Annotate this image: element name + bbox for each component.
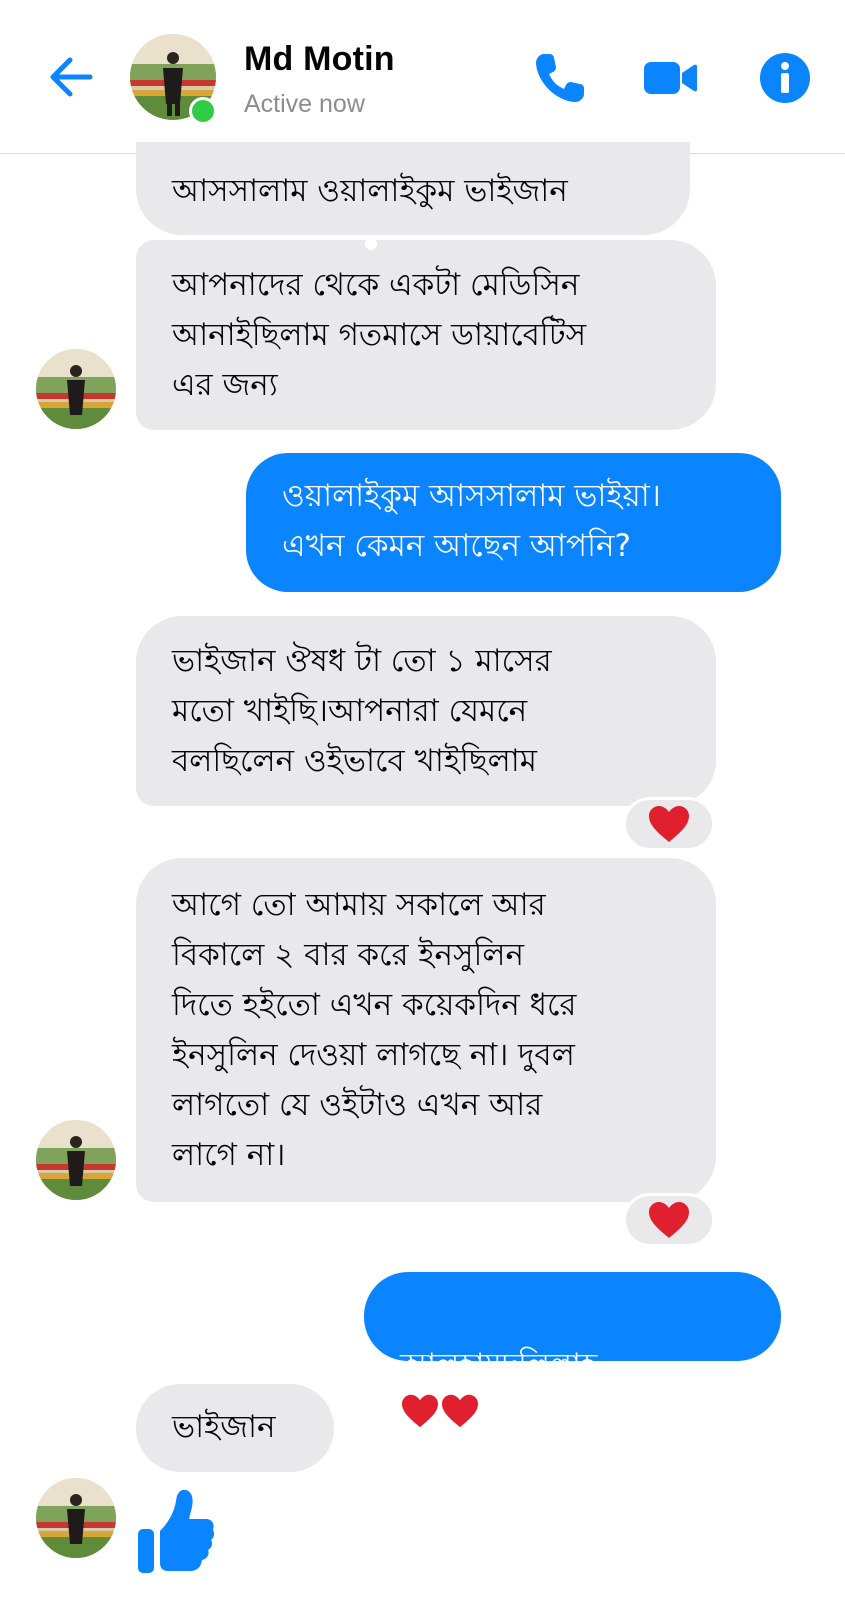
message-text: আলহামদুলিল্লাহ (400, 1347, 598, 1383)
heart-reaction[interactable] (623, 1193, 715, 1247)
phone-icon[interactable] (530, 48, 590, 108)
incoming-message[interactable]: ভাইজান ঔষধ টা তো ১ মাসের মতো খাইছি।আপনার… (136, 616, 716, 806)
heart-icon (649, 806, 689, 842)
contact-avatar[interactable] (36, 1120, 116, 1200)
contact-avatar[interactable] (36, 1478, 116, 1558)
incoming-message[interactable]: আগে তো আমায় সকালে আর বিকালে ২ বার করে ই… (136, 858, 716, 1202)
info-icon[interactable] (755, 48, 815, 108)
heart-emoji-icon (402, 1394, 438, 1428)
incoming-message[interactable]: ভাইজান (136, 1384, 334, 1472)
heart-emoji-icon (442, 1394, 478, 1428)
incoming-message[interactable]: আসসালাম ওয়ালাইকুম ভাইজান (136, 142, 690, 235)
back-arrow-icon[interactable] (44, 50, 98, 104)
heart-reaction[interactable] (623, 797, 715, 851)
incoming-message[interactable]: আপনাদের থেকে একটা মেডিসিন আনাইছিলাম গতমা… (136, 240, 716, 430)
chat-header: Md Motin Active now (0, 0, 845, 154)
contact-avatar[interactable] (36, 349, 116, 429)
video-call-icon[interactable] (640, 48, 700, 108)
seen-marker (365, 238, 377, 250)
outgoing-message[interactable]: আলহামদুলিল্লাহ (364, 1272, 781, 1428)
thumbs-up-icon[interactable] (136, 1485, 216, 1577)
contact-status: Active now (244, 90, 365, 118)
outgoing-message[interactable]: ওয়ালাইকুম আসসালাম ভাইয়া। এখন কেমন আছেন… (246, 453, 781, 592)
contact-name[interactable]: Md Motin (244, 40, 395, 79)
active-status-dot (189, 97, 217, 125)
heart-icon (649, 1202, 689, 1238)
